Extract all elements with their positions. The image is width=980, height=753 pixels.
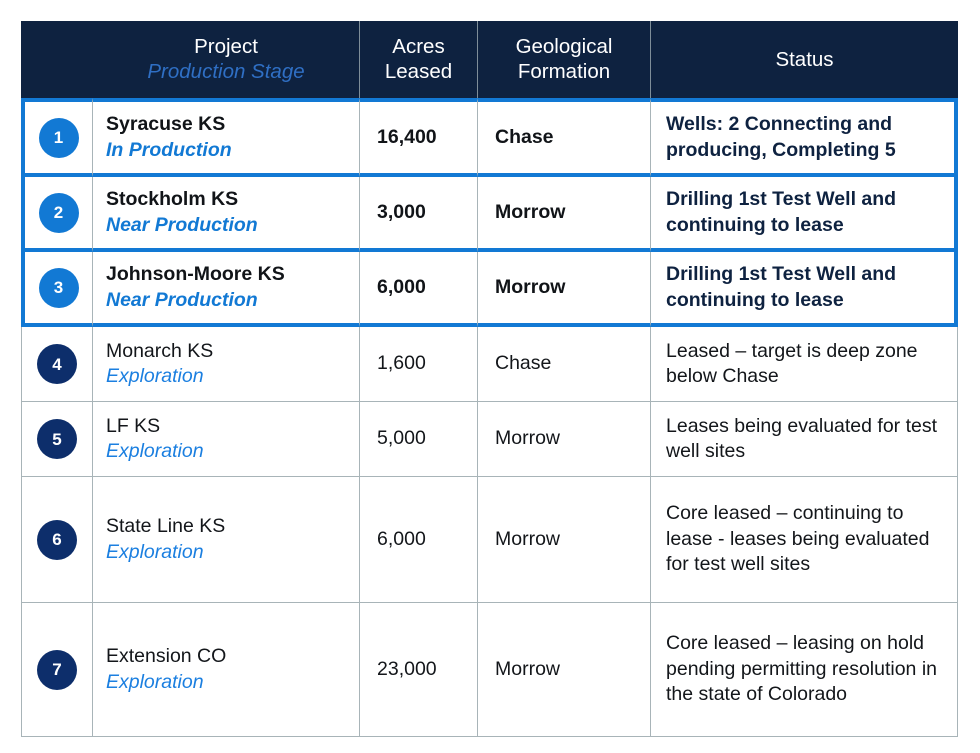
projects-table: Project Production Stage Acres Leased Ge… (21, 21, 958, 737)
column-header-acres-line1: Acres (392, 35, 445, 58)
acres-leased-cell: 3,000 (360, 177, 478, 252)
project-cell: Syracuse KS In Production (93, 98, 360, 177)
column-header-geological-formation: Geological Formation (478, 21, 651, 98)
column-header-project-sublabel: Production Stage (147, 60, 305, 83)
header-row: Project Production Stage Acres Leased Ge… (21, 21, 958, 98)
acres-leased-cell: 6,000 (360, 477, 478, 603)
column-header-formation-line1: Geological (515, 35, 613, 58)
table-row: 1 Syracuse KS In Production 16,400 Chase… (21, 98, 958, 177)
status-cell: Core leased – continuing to lease - leas… (651, 477, 958, 603)
project-name: Syracuse KS (106, 113, 226, 135)
production-stage: In Production (106, 138, 232, 161)
acres-leased-cell: 5,000 (360, 402, 478, 477)
project-name: Monarch KS (106, 339, 214, 362)
table-header: Project Production Stage Acres Leased Ge… (21, 21, 958, 98)
column-header-status-label: Status (775, 47, 834, 71)
acres-leased-cell: 16,400 (360, 98, 478, 177)
table-row: 5 LF KS Exploration 5,000 Morrow Leases … (21, 402, 958, 477)
status-cell: Leased – target is deep zone below Chase (651, 327, 958, 402)
project-name: State Line KS (106, 515, 226, 537)
status-cell: Drilling 1st Test Well and continuing to… (651, 252, 958, 327)
table-row: 7 Extension CO Exploration 23,000 Morrow… (21, 603, 958, 737)
table-body: 1 Syracuse KS In Production 16,400 Chase… (21, 98, 958, 737)
table-row: 6 State Line KS Exploration 6,000 Morrow… (21, 477, 958, 603)
status-cell: Leases being evaluated for test well sit… (651, 402, 958, 477)
geological-formation-cell: Morrow (478, 177, 651, 252)
row-number-badge: 7 (37, 649, 77, 690)
production-stage: Exploration (106, 670, 204, 693)
status-cell: Core leased – leasing on hold pending pe… (651, 603, 958, 737)
project-name: Extension CO (106, 645, 227, 667)
table-row: 2 Stockholm KS Near Production 3,000 Mor… (21, 177, 958, 252)
row-number-cell: 3 (21, 252, 93, 327)
column-header-project: Project Production Stage (93, 21, 360, 98)
row-number-badge: 4 (37, 344, 77, 384)
row-number-badge: 1 (38, 117, 79, 158)
production-stage: Exploration (106, 440, 204, 462)
project-name: Stockholm KS (106, 188, 239, 210)
row-number-badge: 6 (37, 519, 77, 560)
row-number-cell: 2 (21, 177, 93, 252)
geological-formation-cell: Morrow (478, 402, 651, 477)
status-cell: Wells: 2 Connecting and producing, Compl… (651, 98, 958, 177)
production-stage: Near Production (106, 288, 258, 311)
row-number-badge: 2 (38, 192, 79, 233)
project-cell: Extension CO Exploration (93, 603, 360, 737)
project-cell: Stockholm KS Near Production (93, 177, 360, 252)
column-header-formation-line2: Formation (517, 60, 611, 83)
geological-formation-cell: Chase (478, 98, 651, 177)
column-header-number (21, 21, 93, 98)
column-header-project-label: Project (194, 35, 258, 58)
acres-leased-cell: 6,000 (360, 252, 478, 327)
projects-table-container: Project Production Stage Acres Leased Ge… (21, 21, 958, 737)
row-number-badge: 3 (38, 267, 79, 308)
acres-leased-cell: 1,600 (360, 327, 478, 402)
production-stage: Exploration (106, 540, 204, 563)
row-number-cell: 1 (21, 98, 93, 177)
project-cell: LF KS Exploration (93, 402, 360, 477)
production-stage: Near Production (106, 213, 258, 236)
row-number-cell: 7 (21, 603, 93, 737)
geological-formation-cell: Morrow (478, 603, 651, 737)
table-row: 4 Monarch KS Exploration 1,600 Chase Lea… (21, 327, 958, 402)
project-cell: State Line KS Exploration (93, 477, 360, 603)
project-cell: Johnson-Moore KS Near Production (93, 252, 360, 327)
column-header-status: Status (651, 21, 958, 98)
status-cell: Drilling 1st Test Well and continuing to… (651, 177, 958, 252)
geological-formation-cell: Morrow (478, 477, 651, 603)
production-stage: Exploration (106, 365, 204, 387)
acres-leased-cell: 23,000 (360, 603, 478, 737)
project-name: LF KS (106, 414, 161, 437)
project-name: Johnson-Moore KS (106, 263, 285, 285)
row-number-cell: 4 (21, 327, 93, 402)
row-number-cell: 5 (21, 402, 93, 477)
column-header-acres-leased: Acres Leased (360, 21, 478, 98)
row-number-cell: 6 (21, 477, 93, 603)
row-number-badge: 5 (37, 419, 77, 459)
column-header-acres-line2: Leased (384, 60, 453, 83)
geological-formation-cell: Chase (478, 327, 651, 402)
project-cell: Monarch KS Exploration (93, 327, 360, 402)
table-row: 3 Johnson-Moore KS Near Production 6,000… (21, 252, 958, 327)
geological-formation-cell: Morrow (478, 252, 651, 327)
